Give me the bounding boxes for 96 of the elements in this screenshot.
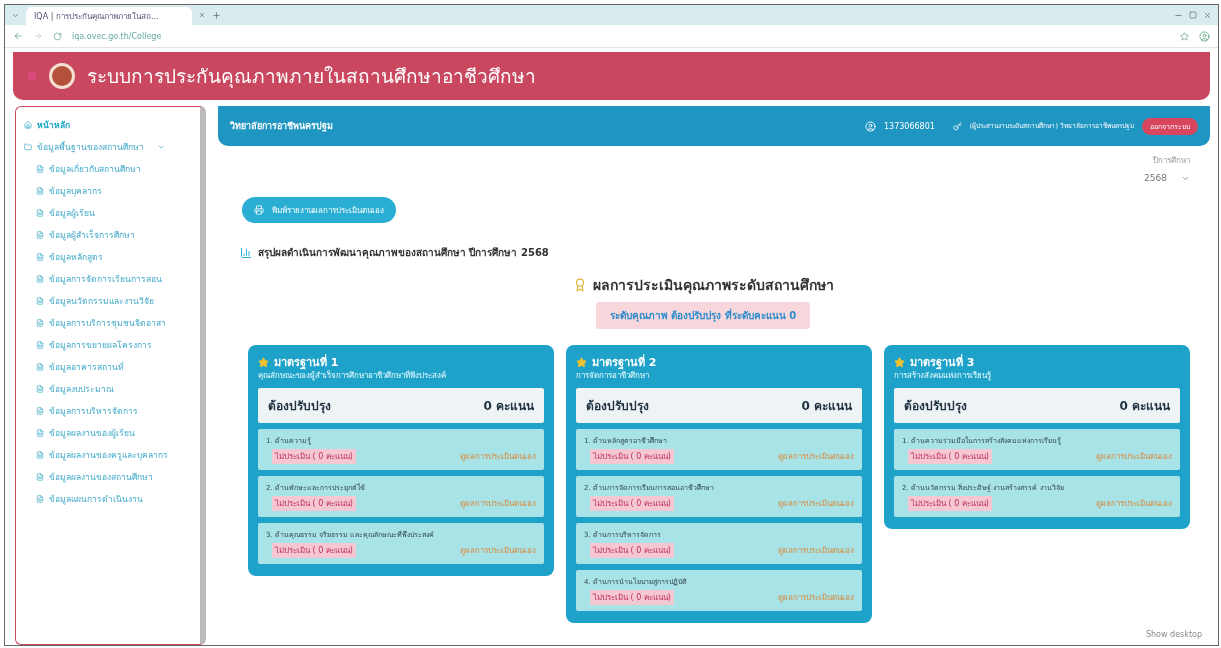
level-text: ต้องปรับปรุง [586,398,649,415]
standard-title: มาตรฐานที่ 2 [592,353,657,371]
document-icon [36,428,44,437]
profile-icon[interactable] [1199,30,1210,42]
result-link[interactable]: ดูผลการประเมินตนเอง [460,450,536,463]
standard-subtitle: การจัดการอาชีวศึกษา [576,370,650,382]
document-icon [36,450,44,459]
sidebar-item[interactable]: ข้อมูลผู้เรียน [24,205,192,220]
status-tag: ไม่ประเมิน ( 0 คะแนน) [590,449,674,464]
sidebar-item[interactable]: ข้อมูลการบริหารจัดการ [24,403,192,418]
sidebar-item[interactable]: ข้อมูลงบประมาณ [24,381,192,396]
document-icon [36,252,44,261]
score-text: 0 คะแนน [1119,398,1170,415]
level-text: ต้องปรับปรุง [268,398,331,415]
bookmark-star-icon[interactable] [1180,31,1189,41]
sidebar-item[interactable]: ข้อมูลแผนการดำเนินงาน [24,491,192,506]
sidebar-item[interactable]: ข้อมูลการจัดการเรียนการสอน [24,271,192,286]
sidebar-item[interactable]: ข้อมูลผู้สำเร็จการศึกษา [24,227,192,242]
summary-title: สรุปผลดำเนินการพัฒนาคุณภาพของสถานศึกษา ปีการศึกษา 2568 [258,246,549,260]
app-title: ระบบการประกันคุณภาพภายในสถานศึกษาอาชีวศึกษา [87,64,536,90]
status-tag: ไม่ประเมิน ( 0 คะแนน) [590,590,674,605]
sidebar-item[interactable]: ข้อมูลผลงานของสถานศึกษา [24,469,192,484]
status-tag: ไม่ประเมิน ( 0 คะแนน) [908,496,992,511]
sidebar-item[interactable]: ข้อมูลการขยายผลโครงการ [24,337,192,352]
standard-subtitle: การสร้างสังคมแห่งการเรียนรู้ [894,370,992,382]
standard-title: มาตรฐานที่ 1 [274,353,339,370]
user-id: 1373066801 [883,121,935,131]
result-link[interactable]: ดูผลการประเมินตนเอง [460,497,536,510]
standard-subtitle: คุณลักษณะของผู้สำเร็จการศึกษาอาชีวศึกษาที่พึงประสงค์ [258,370,447,382]
document-icon [36,494,44,503]
document-icon [36,230,44,239]
result-link[interactable]: ดูผลการประเมินตนเอง [778,450,854,463]
result-link[interactable]: ดูผลการประเมินตนเอง [778,497,854,510]
document-icon [36,208,44,217]
sidebar-item[interactable]: ข้อมูลเกี่ยวกับสถานศึกษา [24,161,192,176]
sidebar-item[interactable]: ข้อมูลการบริการชุมชนจิตอาสา [24,315,192,330]
chart-icon [240,246,252,259]
status-tag: ไม่ประเมิน ( 0 คะแนน) [272,496,356,511]
star-icon [894,356,905,368]
document-icon [36,274,44,283]
browser-tab[interactable]: IQA | การประกันคุณภาพภายในสถ... [26,7,192,25]
new-tab-icon[interactable] [212,10,221,20]
close-icon[interactable] [198,11,206,19]
maximize-icon[interactable] [1189,11,1197,19]
folder-icon [24,142,32,151]
standard-title: มาตรฐานที่ 3 [910,353,975,371]
score-text: 0 คะแนน [801,398,852,415]
document-icon [36,384,44,393]
year-select[interactable]: 2568 [1144,173,1190,183]
sidebar-item[interactable]: หน้าหลัก [24,117,192,132]
print-report-button[interactable]: พิมพ์รายงานผลการประเมินตนเอง [242,197,396,223]
status-tag: ไม่ประเมิน ( 0 คะแนน) [272,449,356,464]
home-icon [24,120,32,129]
footer-note: Show desktop [1145,630,1202,639]
score-text: 0 คะแนน [483,398,534,415]
status-tag: ไม่ประเมิน ( 0 คะแนน) [272,543,356,558]
user-icon [864,120,876,132]
document-icon [36,318,44,327]
result-link[interactable]: ดูผลการประเมินตนเอง [778,591,854,604]
sidebar-item[interactable]: ข้อมูลหลักสูตร [24,249,192,264]
status-tag: ไม่ประเมิน ( 0 คะแนน) [908,449,992,464]
level-text: ต้องปรับปรุง [904,398,967,415]
address-field[interactable]: iqa.ovec.go.th/College [72,31,1170,41]
document-icon [36,164,44,173]
result-link[interactable]: ดูผลการประเมินตนเอง [778,544,854,557]
result-link[interactable]: ดูผลการประเมินตนเอง [460,544,536,557]
sidebar-item[interactable]: ข้อมูลผลงานของผู้เรียน [24,425,192,440]
document-icon [36,472,44,481]
back-icon[interactable] [13,31,23,41]
sidebar-item[interactable]: ข้อมูลอาคารสถานที่ [24,359,192,374]
sidebar-item[interactable]: ข้อมูลนวัตกรรมและงานวิจัย [24,293,192,308]
result-link[interactable]: ดูผลการประเมินตนเอง [1096,497,1172,510]
menu-icon[interactable] [27,71,37,81]
star-icon [258,356,269,368]
document-icon [36,340,44,349]
college-name: วิทยาลัยการอาชีพนครปฐม [230,120,334,133]
document-icon [36,186,44,195]
forward-icon[interactable] [33,31,43,41]
sidebar-item[interactable]: ข้อมูลบุคลากร [24,183,192,198]
sidebar-item[interactable]: ข้อมูลผลงานของครูและบุคลากร [24,447,192,462]
printer-icon [254,205,264,215]
star-icon [576,356,587,368]
key-icon [952,121,962,131]
year-label: ปีการศึกษา [1153,155,1190,167]
result-title: ผลการประเมินคุณภาพระดับสถานศึกษา [592,276,834,296]
status-tag: ไม่ประเมิน ( 0 คะแนน) [590,543,674,558]
document-icon [36,406,44,415]
reload-icon[interactable] [53,31,62,41]
document-icon [36,296,44,305]
document-icon [36,362,44,371]
sidebar-item[interactable]: ข้อมูลพื้นฐานของสถานศึกษา [24,139,192,154]
close-icon[interactable] [1203,10,1212,20]
status-tag: ไม่ประเมิน ( 0 คะแนน) [590,496,674,511]
quality-level-banner: ระดับคุณภาพ ต้องปรับปรุง ที่ระดับคะแนน 0 [595,302,811,329]
result-link[interactable]: ดูผลการประเมินตนเอง [1096,450,1172,463]
seal-logo [49,63,75,89]
